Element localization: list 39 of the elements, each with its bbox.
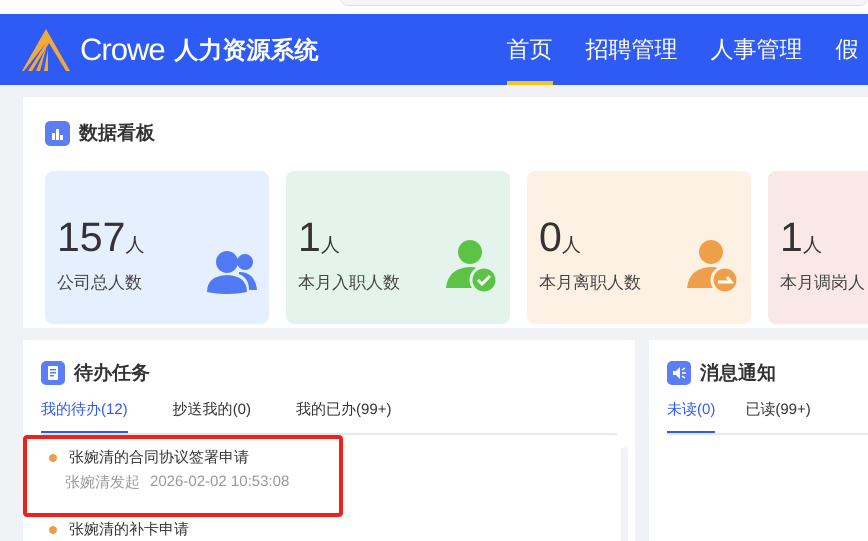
- task-title[interactable]: 张婉清的补卡申请: [69, 521, 189, 539]
- stat-value: 157: [57, 214, 126, 261]
- user-arrow-icon: [687, 240, 739, 294]
- user-check-icon: [446, 240, 498, 294]
- stat-unit: 人: [802, 234, 822, 258]
- task-initiator: 张婉清发起: [65, 473, 140, 492]
- tab[interactable]: 我的已办(99+): [296, 398, 392, 433]
- task-time: 2026-02-02 10:53:08: [150, 473, 290, 492]
- stat-value: 0: [539, 214, 562, 261]
- tab[interactable]: 抄送我的(0): [172, 398, 252, 433]
- panel-title: 待办任务: [74, 362, 150, 386]
- tab[interactable]: 我的待办(12): [41, 398, 128, 433]
- stat-unit: 人: [562, 234, 581, 258]
- stat-label: 本月入职人数: [298, 272, 400, 294]
- task-title[interactable]: 张婉清的合同协议签署申请: [69, 449, 249, 467]
- status-dot: [49, 454, 57, 462]
- nav-tab[interactable]: 招聘管理: [586, 14, 678, 85]
- nav-tab[interactable]: 人事管理: [710, 14, 803, 85]
- stat-unit: 人: [320, 234, 340, 258]
- logo-icon: [22, 28, 70, 70]
- stat-label: 本月离职人数: [539, 272, 641, 294]
- stat-label: 公司总人数: [57, 272, 143, 294]
- stat-value: 1: [298, 214, 321, 261]
- stat-label: 本月调岗人: [780, 272, 865, 294]
- nav-tab[interactable]: 假: [836, 14, 859, 85]
- document-icon: [41, 361, 65, 385]
- brand-name: Crowe: [80, 32, 165, 68]
- nav-tab[interactable]: 首页: [506, 14, 553, 85]
- tab[interactable]: 已读(99+): [745, 398, 811, 433]
- people-icon: [205, 250, 257, 294]
- stat-value: 1: [780, 214, 803, 261]
- panel-title: 数据看板: [79, 122, 155, 146]
- system-title: 人力资源系统: [174, 36, 319, 66]
- bar-chart-icon: [45, 120, 70, 146]
- panel-title: 消息通知: [700, 362, 776, 386]
- status-dot: [49, 526, 57, 534]
- tab[interactable]: 未读(0): [667, 398, 716, 433]
- stat-unit: 人: [125, 234, 144, 258]
- speaker-icon: [667, 361, 691, 385]
